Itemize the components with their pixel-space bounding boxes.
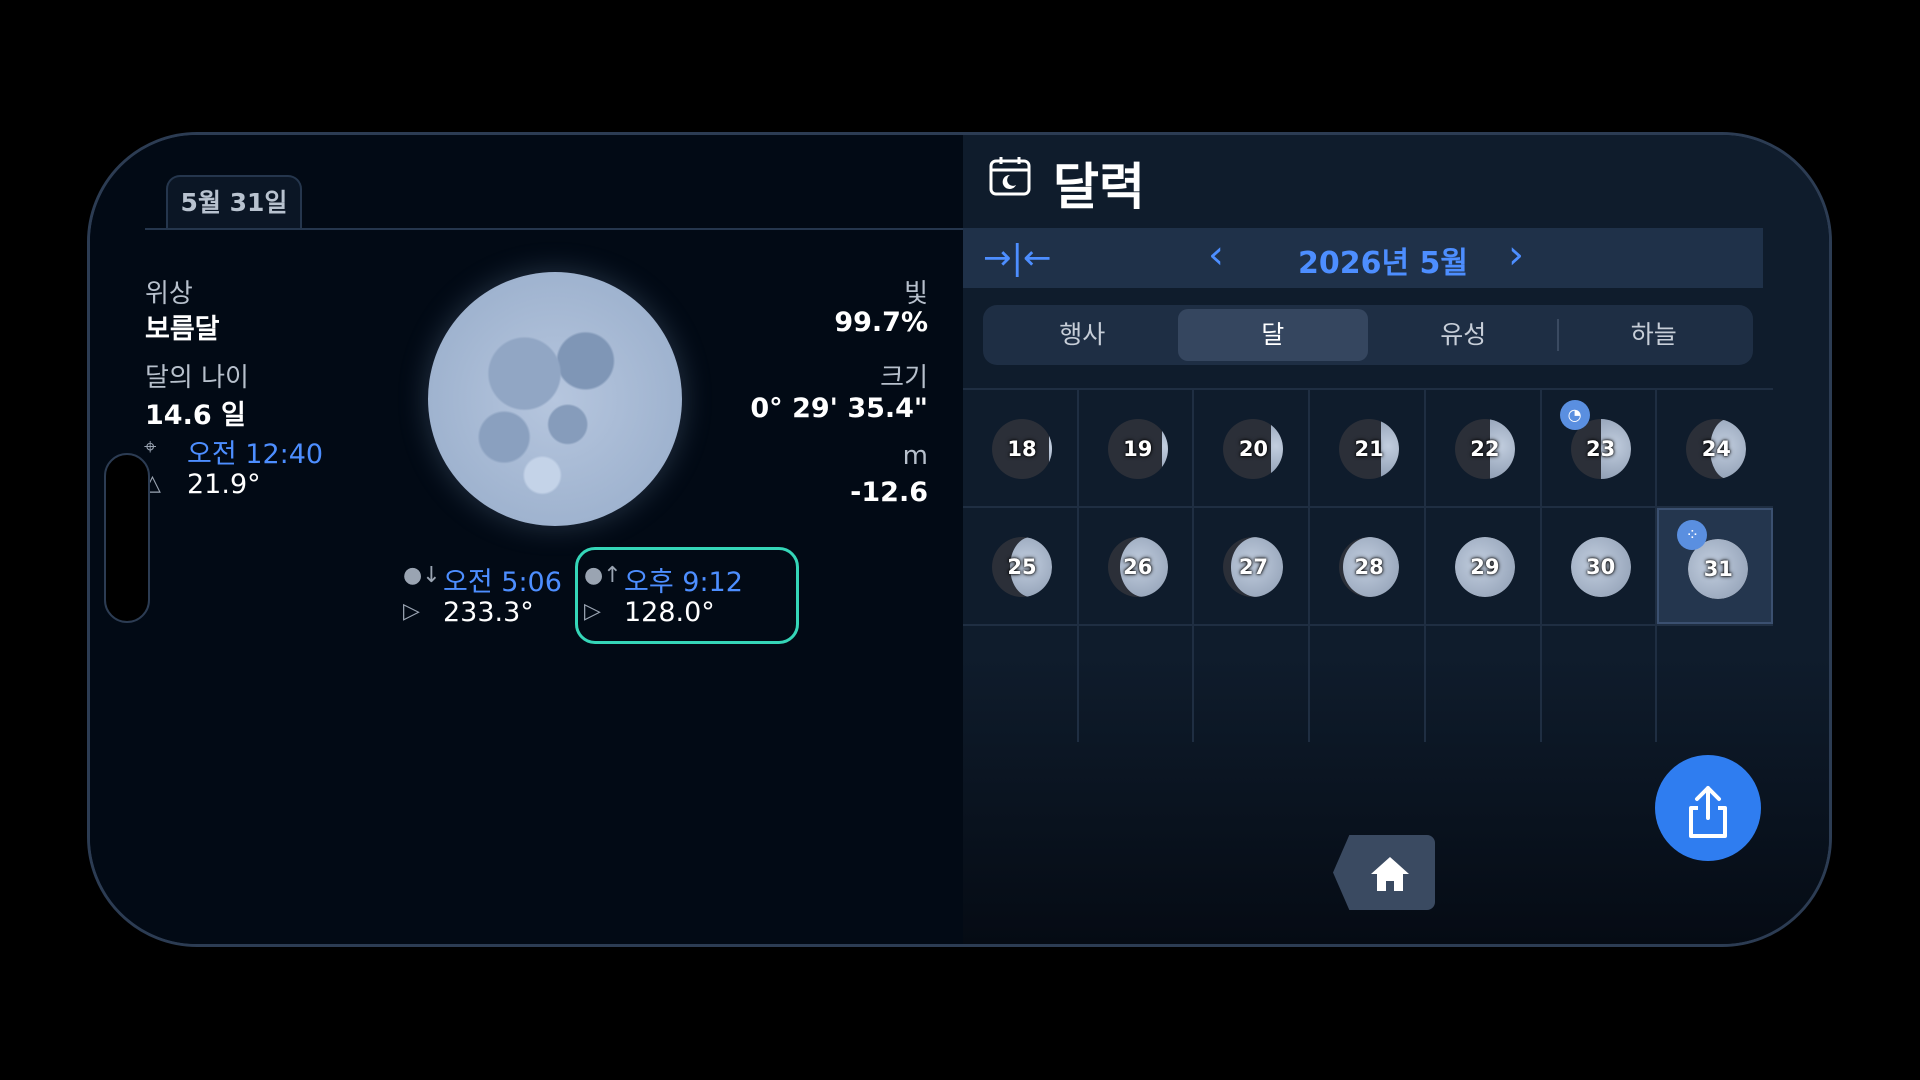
calendar-week-row: [963, 624, 1773, 742]
tab-divider: [145, 228, 963, 230]
moonrise-time: 오후 9:12: [624, 567, 743, 598]
calendar-day-number: 20: [1238, 437, 1269, 461]
azimuth-icon: ▷: [584, 599, 601, 624]
size-label: 크기: [880, 363, 928, 393]
calendar-day-number: 27: [1238, 555, 1269, 579]
calendar-empty-cell: [1310, 626, 1426, 742]
calendar-day-number: 26: [1123, 555, 1153, 579]
full-moon-image: [428, 272, 682, 526]
calendar-day-cell[interactable]: 25: [963, 508, 1079, 624]
age-label: 달의 나이: [145, 363, 249, 393]
share-icon: [1689, 785, 1727, 838]
moonset-icon: ●↓: [403, 563, 441, 588]
size-value: 0° 29' 35.4": [750, 393, 928, 424]
tab-meteors[interactable]: 유성: [1368, 309, 1559, 361]
transit-time: 오전 12:40: [187, 439, 324, 470]
moonset-time: 오전 5:06: [443, 567, 562, 598]
calendar-title: 달력: [1053, 158, 1145, 216]
magnitude-label: m: [902, 441, 928, 471]
calendar-day-number: 29: [1470, 555, 1500, 579]
calendar-day-cell[interactable]: 23 ◔: [1542, 390, 1658, 506]
calendar-week-row: 18 19 20 21 22 23 ◔ 24: [963, 388, 1773, 506]
calendar-day-cell[interactable]: 27: [1194, 508, 1311, 624]
transit-altitude: 21.9°: [187, 469, 261, 500]
calendar-empty-cell: [1542, 626, 1658, 742]
date-tab[interactable]: 5월 31일: [166, 175, 302, 230]
light-value: 99.7%: [834, 307, 928, 338]
month-label[interactable]: 2026년 5월: [1283, 238, 1483, 282]
calendar-day-number: 19: [1123, 437, 1153, 461]
home-button[interactable]: [1333, 835, 1435, 910]
age-value: 14.6 일: [145, 400, 246, 431]
category-tabs: 행사 달 유성 하늘: [983, 305, 1753, 365]
calendar-empty-cell: [1426, 626, 1542, 742]
collapse-icon[interactable]: →|←: [983, 238, 1051, 278]
tab-meteors-label: 유성: [1440, 320, 1487, 349]
moon-details-panel: 5월 31일 위상 보름달 달의 나이 14.6 일 ⌖ 오전 12:40 △ …: [90, 135, 963, 944]
tab-moon[interactable]: 달: [1177, 309, 1368, 361]
phase-label: 위상: [145, 279, 193, 309]
moonrise-icon: ●↑: [584, 563, 622, 588]
calendar-day-cell[interactable]: 18: [963, 390, 1079, 506]
calendar-day-cell[interactable]: 26: [1079, 508, 1195, 624]
moonset-azimuth: 233.3°: [443, 597, 534, 628]
calendar-day-number: 24: [1701, 437, 1731, 461]
calendar-day-cell[interactable]: 22: [1426, 390, 1542, 506]
first-quarter-badge-icon: ◔: [1559, 400, 1590, 430]
calendar-empty-cell: [1657, 626, 1773, 742]
moonrise-azimuth: 128.0°: [624, 597, 715, 628]
calendar-day-cell[interactable]: 20: [1194, 390, 1311, 506]
light-label: 빛: [904, 279, 928, 309]
calendar-grid: 18 19 20 21 22 23 ◔ 24 25 26 27 28 29 30 31 ⁘: [963, 388, 1774, 742]
calendar-day-cell[interactable]: 29: [1426, 508, 1542, 624]
chevron-right-icon[interactable]: ›: [1508, 232, 1524, 278]
calendar-day-cell[interactable]: 31 ⁘: [1657, 508, 1774, 624]
phase-value: 보름달: [145, 314, 220, 345]
home-icon: [1371, 856, 1409, 891]
share-button[interactable]: [1655, 755, 1761, 861]
tab-sky[interactable]: 하늘: [1559, 309, 1750, 361]
calendar-week-row: 25 26 27 28 29 30 31 ⁘: [963, 506, 1774, 624]
calendar-icon: [989, 157, 1031, 196]
calendar-day-cell[interactable]: 24: [1657, 390, 1773, 506]
calendar-day-number: 18: [1007, 437, 1037, 461]
calendar-day-number: 25: [1007, 555, 1037, 579]
calendar-day-number: 21: [1354, 437, 1384, 461]
calendar-day-number: 22: [1470, 437, 1500, 461]
tab-events[interactable]: 행사: [987, 309, 1178, 361]
camera-notch: [104, 453, 150, 623]
calendar-empty-cell: [1079, 626, 1195, 742]
calendar-panel: 달력 →|← ‹ 2026년 5월 › 행사 달 유성 하늘 18 19 20 21 2…: [963, 135, 1829, 944]
calendar-day-cell[interactable]: 30: [1542, 508, 1658, 624]
calendar-day-cell[interactable]: 19: [1079, 390, 1195, 506]
month-navigation-bar: →|← ‹ 2026년 5월 ›: [963, 228, 1763, 288]
calendar-empty-cell: [1194, 626, 1311, 742]
calendar-day-number: 30: [1585, 555, 1616, 579]
transit-icon: ⌖: [144, 435, 157, 460]
device-frame: 5월 31일 위상 보름달 달의 나이 14.6 일 ⌖ 오전 12:40 △ …: [87, 132, 1832, 947]
magnitude-value: -12.6: [850, 477, 928, 508]
calendar-day-cell[interactable]: 21: [1310, 390, 1426, 506]
calendar-empty-cell: [963, 626, 1079, 742]
calendar-day-number: 28: [1354, 555, 1384, 579]
chevron-left-icon[interactable]: ‹: [1208, 232, 1224, 278]
azimuth-icon: ▷: [403, 599, 420, 624]
calendar-day-cell[interactable]: 28: [1310, 508, 1426, 624]
